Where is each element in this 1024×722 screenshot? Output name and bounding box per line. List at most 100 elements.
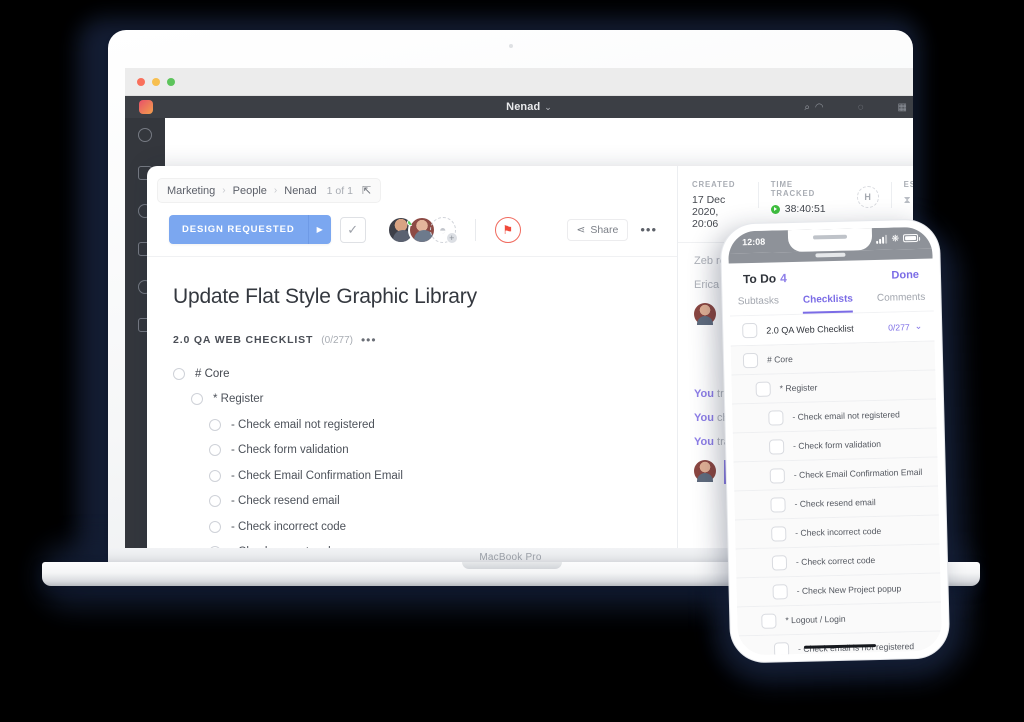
checkbox[interactable] (768, 409, 784, 426)
nav-notifications-icon[interactable]: ◠ (815, 102, 824, 113)
share-icon: ⋖ (576, 223, 586, 236)
tab-checklists[interactable]: Checklists (802, 293, 854, 314)
checklist-item-radio[interactable] (209, 469, 221, 482)
done-button[interactable]: Done (891, 269, 919, 282)
created-label: CREATED (692, 180, 736, 189)
window-minimize-button[interactable] (152, 77, 160, 86)
phone-checklist-item-label: * Register (779, 382, 818, 394)
avatar[interactable] (694, 303, 716, 325)
h-badge-field[interactable]: H (838, 180, 891, 208)
checkbox[interactable] (773, 641, 790, 656)
checklist-item[interactable]: - Check resend email (147, 489, 677, 515)
phone-sheet: To Do 4 Done Subtasks Checklists Comments… (728, 258, 943, 656)
checklist-item[interactable]: - Check email not registered (147, 412, 677, 438)
checklist-more-button[interactable]: ••• (361, 333, 377, 347)
nav-apps-icon[interactable]: ▦ (898, 102, 907, 113)
task-toolbar: DESIGN REQUESTED ▶ ✓ ◓ + ⚑ ⋖ Share ••• (147, 203, 677, 244)
checkbox[interactable] (755, 381, 771, 397)
activity-actor[interactable]: You (694, 436, 714, 448)
hourglass-icon: ⧗ (903, 194, 911, 206)
checklist-item[interactable]: - Check form validation (147, 438, 677, 464)
phone-checklist-item-label: - Check resend email (794, 497, 876, 510)
checklist-item[interactable]: - Check Email Confirmation Email (147, 463, 677, 489)
more-options-button[interactable]: ••• (640, 222, 657, 237)
phone-checklist-count: 0/277 (888, 321, 910, 333)
tab-subtasks[interactable]: Subtasks (738, 295, 780, 315)
browser-titlebar (125, 68, 913, 96)
expand-icon[interactable]: ⇱ (362, 184, 371, 197)
chevron-down-icon[interactable]: ⌄ (915, 321, 935, 332)
window-close-button[interactable] (137, 77, 145, 86)
checklist-item-radio[interactable] (209, 418, 221, 431)
person-icon: ◓ (439, 222, 447, 237)
phone-screen: 12:08 ❋ To Do 4 Done Subtasks Checklists… (727, 226, 943, 656)
checkbox[interactable] (742, 352, 759, 368)
mark-complete-button[interactable]: ✓ (339, 216, 366, 243)
checklist-item-label: # Core (195, 367, 230, 380)
checkbox[interactable] (761, 612, 777, 629)
phone-list-title-text: To Do (742, 271, 777, 287)
assignee-avatars: ◓ + (386, 215, 458, 244)
checklist-item-label: - Check form validation (231, 444, 349, 457)
nav-help-icon[interactable]: ◌ (858, 102, 864, 113)
phone-checklist-item-label: - Check New Project popup (796, 583, 902, 596)
toolbar-divider (474, 218, 476, 241)
checklist-item[interactable]: - Check incorrect code (147, 514, 677, 540)
harvest-icon[interactable]: H (856, 186, 879, 208)
checklist-header: 2.0 QA WEB CHECKLIST (0/277) ••• (147, 309, 677, 347)
breadcrumb-bar: Marketing › People › Nenad 1 of 1 ⇱ (147, 166, 677, 203)
chevron-down-icon[interactable]: ⌄ (544, 102, 552, 113)
breadcrumb-item-nenad[interactable]: Nenad (284, 185, 316, 197)
checklist-item-radio[interactable] (209, 520, 221, 533)
status-bar-indicators: ❋ (876, 232, 919, 244)
checkbox[interactable] (769, 467, 786, 484)
checkbox[interactable] (771, 554, 788, 571)
checkbox[interactable] (771, 525, 787, 542)
checklist-item-label: - Check email not registered (231, 418, 375, 431)
tab-comments[interactable]: Comments (877, 292, 926, 312)
checklist-item-label: - Check resend email (231, 495, 340, 508)
window-zoom-button[interactable] (167, 77, 175, 86)
priority-flag-button[interactable]: ⚑ (494, 216, 521, 243)
sidebar-search-icon[interactable] (138, 128, 152, 142)
nav-icon-group[interactable]: ◠ ◌ ▦ (815, 102, 907, 113)
checklist-item-radio[interactable] (209, 444, 221, 457)
page-title: Update Flat Style Graphic Library (173, 285, 477, 308)
checkbox[interactable] (770, 496, 786, 513)
estimate-field[interactable]: ESTI ⧗ 5( (890, 180, 913, 208)
phone-checklist-item-label: - Check email not registered (792, 409, 900, 423)
app-top-navbar: Nenad ⌄ ⌕ ◠ ◌ ▦ (125, 96, 913, 118)
app-logo[interactable] (139, 100, 153, 114)
toolbar-right-group: ⋖ Share ••• (566, 218, 664, 241)
add-assignee-button[interactable]: ◓ + (429, 216, 458, 244)
status-badge[interactable]: DESIGN REQUESTED ▶ (169, 215, 331, 244)
phone-checklist-item-label: - Check incorrect code (795, 525, 882, 538)
checklist-item[interactable]: * Register (147, 387, 677, 413)
phone-checklist-item-label: - Check form validation (792, 438, 882, 452)
breadcrumb-item-people[interactable]: People (233, 185, 267, 197)
breadcrumb-item-marketing[interactable]: Marketing (167, 185, 215, 197)
nav-search-icon[interactable]: ⌕ (804, 102, 813, 113)
checkbox[interactable] (742, 322, 758, 339)
checklist-item-radio[interactable] (173, 367, 185, 380)
status-badge-label[interactable]: DESIGN REQUESTED (169, 215, 308, 244)
phone-device: 12:08 ❋ To Do 4 Done Subtasks Checklists… (720, 219, 950, 663)
wifi-icon: ❋ (891, 232, 900, 244)
time-tracked-field[interactable]: TIME TRACKED 38:40:51 (757, 180, 838, 215)
activity-actor[interactable]: You (694, 388, 714, 400)
checkbox[interactable] (768, 438, 785, 455)
time-tracked-row: 38:40:51 (770, 203, 826, 215)
workspace-title[interactable]: Nenad (506, 101, 540, 113)
checkbox[interactable] (772, 583, 788, 600)
avatar[interactable] (694, 460, 716, 482)
status-next-button[interactable]: ▶ (307, 215, 331, 244)
checklist-item-label: - Check Email Confirmation Email (231, 469, 403, 482)
checklist-item-radio[interactable] (191, 393, 203, 406)
checklist-item[interactable]: # Core (147, 361, 677, 387)
checklist-item-radio[interactable] (209, 495, 221, 508)
estimate-row: ⧗ 5( (904, 194, 913, 206)
share-button[interactable]: ⋖ Share (566, 218, 629, 241)
play-icon[interactable] (770, 204, 780, 214)
activity-actor[interactable]: You (694, 412, 714, 424)
breadcrumb[interactable]: Marketing › People › Nenad 1 of 1 ⇱ (157, 178, 382, 203)
